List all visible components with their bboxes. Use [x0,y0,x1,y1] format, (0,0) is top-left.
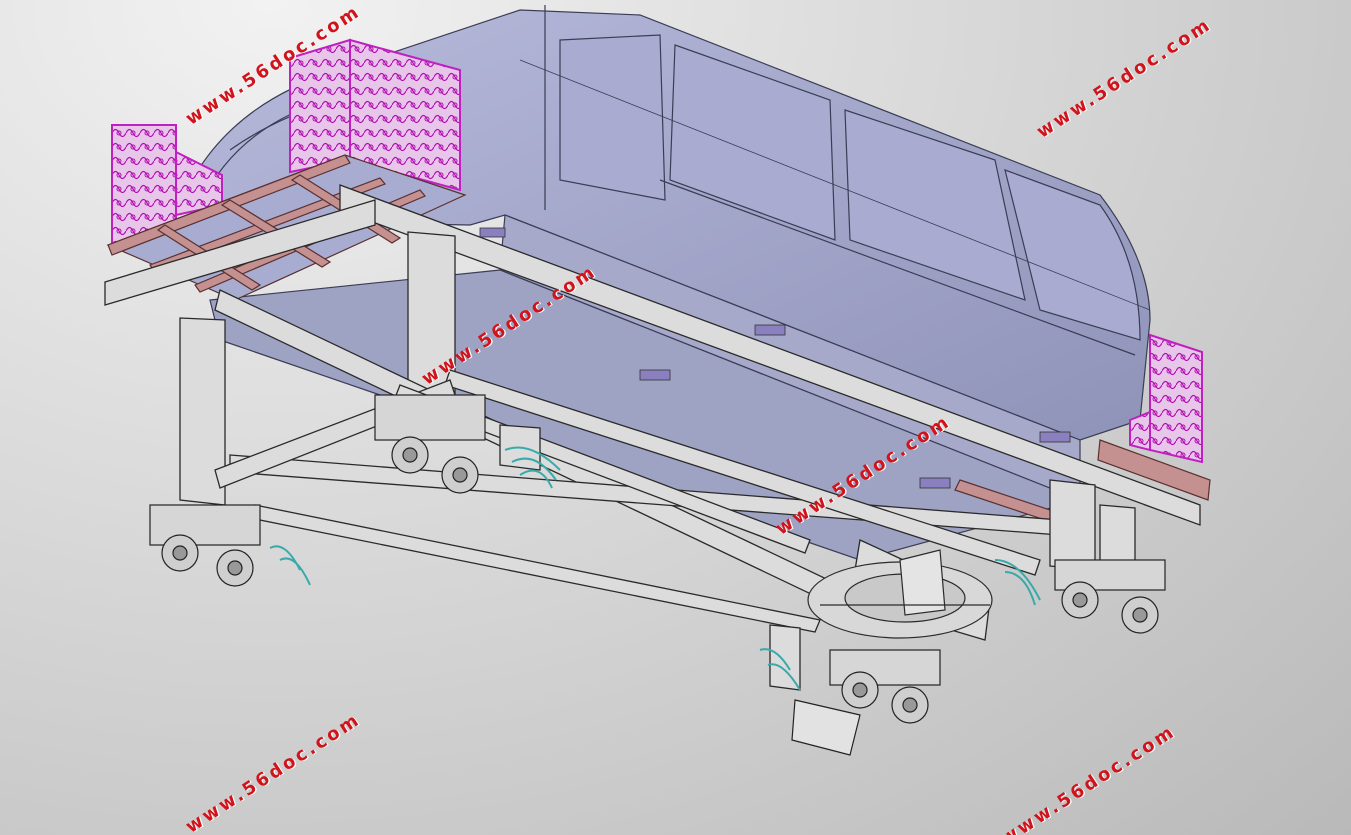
cad-viewport[interactable]: www.56doc.com www.56doc.com www.56doc.co… [0,0,1351,835]
cad-model-drawing [104,5,1211,756]
turntable [807,549,993,639]
